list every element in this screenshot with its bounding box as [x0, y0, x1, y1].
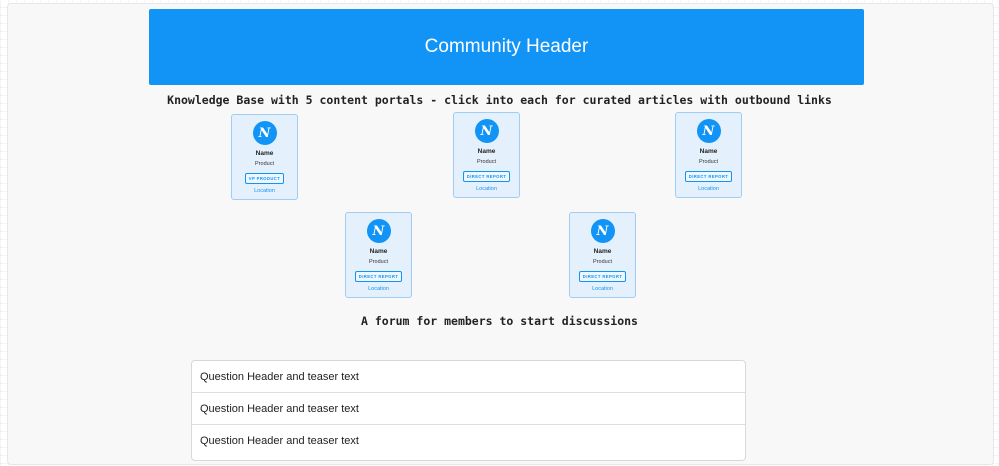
card-name: Name — [477, 148, 496, 155]
knowledge-base-intro: Knowledge Base with 5 content portals - … — [167, 93, 832, 107]
avatar-icon: N — [474, 119, 499, 143]
card-badge: DIRECT REPORT — [578, 271, 627, 282]
card-name: Name — [369, 248, 388, 255]
community-header: Community Header — [149, 9, 864, 85]
portal-card[interactable]: N Name Product DIRECT REPORT Location — [345, 212, 412, 298]
card-location-link[interactable]: Location — [676, 186, 741, 192]
forum-intro: A forum for members to start discussions — [361, 314, 638, 328]
header-title: Community Header — [424, 36, 589, 57]
card-location-link[interactable]: Location — [454, 186, 519, 192]
card-location-link[interactable]: Location — [346, 286, 411, 292]
portal-card[interactable]: N Name Product DIRECT REPORT Location — [453, 112, 520, 198]
card-location-link[interactable]: Location — [232, 188, 297, 194]
card-badge: VP PRODUCT — [244, 173, 285, 184]
card-name: Name — [255, 150, 274, 157]
card-badge: DIRECT REPORT — [354, 271, 403, 282]
question-item[interactable]: Question Header and teaser text — [192, 425, 745, 457]
portal-card[interactable]: N Name Product DIRECT REPORT Location — [569, 212, 636, 298]
question-list: Question Header and teaser text Question… — [191, 360, 746, 461]
avatar-icon: N — [696, 119, 721, 143]
avatar-icon: N — [252, 121, 277, 145]
card-badge: DIRECT REPORT — [462, 171, 511, 182]
avatar-icon: N — [590, 219, 615, 243]
avatar-icon: N — [366, 219, 391, 243]
question-item[interactable]: Question Header and teaser text — [192, 393, 745, 425]
card-badge: DIRECT REPORT — [684, 171, 733, 182]
portal-card[interactable]: N Name Product VP PRODUCT Location — [231, 114, 298, 200]
card-location-link[interactable]: Location — [570, 286, 635, 292]
portal-card[interactable]: N Name Product DIRECT REPORT Location — [675, 112, 742, 198]
card-name: Name — [593, 248, 612, 255]
question-item[interactable]: Question Header and teaser text — [192, 361, 745, 393]
card-name: Name — [699, 148, 718, 155]
